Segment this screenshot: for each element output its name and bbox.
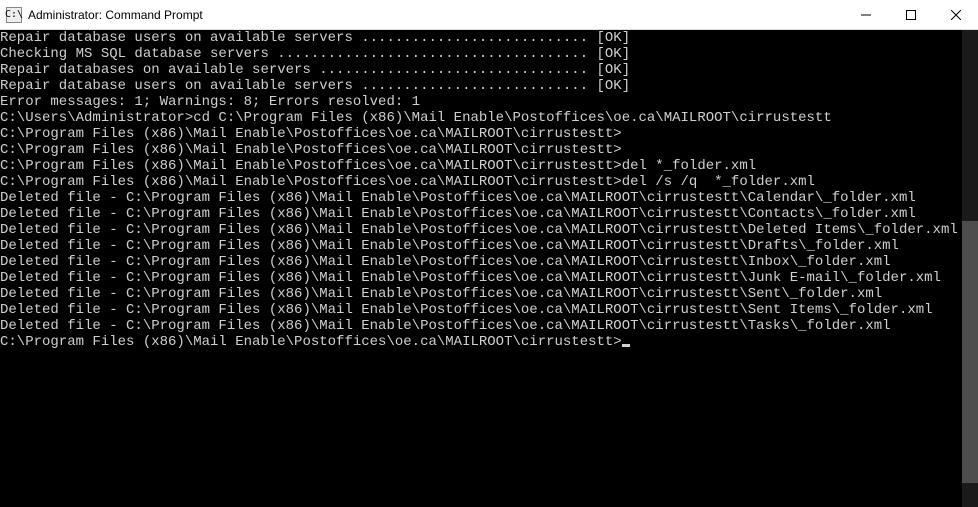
scrollbar[interactable] (962, 30, 978, 507)
cmd-icon: C:\ (6, 7, 22, 23)
minimize-button[interactable] (843, 0, 888, 30)
scrollbar-thumb[interactable] (962, 221, 978, 483)
terminal-line: Deleted file - C:\Program Files (x86)\Ma… (0, 254, 978, 270)
close-icon (951, 10, 961, 20)
minimize-icon (861, 10, 871, 20)
terminal-line: Repair databases on available servers ..… (0, 62, 978, 78)
terminal-line: Repair database users on available serve… (0, 78, 978, 94)
window: C:\ Administrator: Command Prompt Repair… (0, 0, 978, 507)
terminal-content: Repair database users on available serve… (0, 30, 978, 350)
terminal-line: Deleted file - C:\Program Files (x86)\Ma… (0, 206, 978, 222)
terminal-line: Error messages: 1; Warnings: 8; Errors r… (0, 94, 978, 110)
maximize-button[interactable] (888, 0, 933, 30)
terminal-line: Deleted file - C:\Program Files (x86)\Ma… (0, 302, 978, 318)
terminal-line: C:\Program Files (x86)\Mail Enable\Posto… (0, 158, 978, 174)
terminal-line: C:\Program Files (x86)\Mail Enable\Posto… (0, 126, 978, 142)
terminal-line: Checking MS SQL database servers .......… (0, 46, 978, 62)
terminal-line: Deleted file - C:\Program Files (x86)\Ma… (0, 318, 978, 334)
terminal-line: Deleted file - C:\Program Files (x86)\Ma… (0, 222, 978, 238)
terminal-line: C:\Program Files (x86)\Mail Enable\Posto… (0, 334, 978, 350)
terminal-line: C:\Users\Administrator>cd C:\Program Fil… (0, 110, 978, 126)
terminal-area[interactable]: Repair database users on available serve… (0, 30, 978, 507)
terminal-line: Deleted file - C:\Program Files (x86)\Ma… (0, 270, 978, 286)
close-button[interactable] (933, 0, 978, 30)
terminal-line: C:\Program Files (x86)\Mail Enable\Posto… (0, 174, 978, 190)
maximize-icon (906, 10, 916, 20)
window-title: Administrator: Command Prompt (28, 8, 203, 22)
terminal-line: Deleted file - C:\Program Files (x86)\Ma… (0, 190, 978, 206)
cursor (622, 344, 630, 347)
titlebar[interactable]: C:\ Administrator: Command Prompt (0, 0, 978, 30)
terminal-line: Deleted file - C:\Program Files (x86)\Ma… (0, 238, 978, 254)
terminal-line: Repair database users on available serve… (0, 30, 978, 46)
terminal-line: C:\Program Files (x86)\Mail Enable\Posto… (0, 142, 978, 158)
terminal-line: Deleted file - C:\Program Files (x86)\Ma… (0, 286, 978, 302)
